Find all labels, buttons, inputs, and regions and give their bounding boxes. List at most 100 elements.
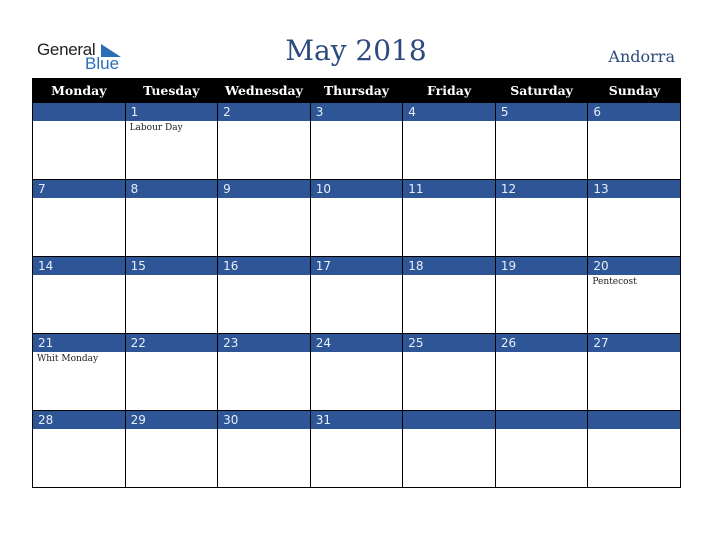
day-cell[interactable]: 6	[587, 102, 681, 180]
day-cell[interactable]: 28	[32, 410, 126, 488]
weekday-wednesday: Wednesday	[217, 78, 311, 103]
weekday-saturday: Saturday	[494, 78, 588, 103]
holiday-label	[218, 121, 310, 123]
day-number: 14	[33, 257, 125, 275]
day-cell[interactable]: 8	[124, 179, 219, 257]
day-number: 31	[310, 411, 403, 429]
day-number: 7	[33, 180, 125, 198]
weekday-sunday: Sunday	[587, 78, 681, 103]
holiday-label	[403, 352, 495, 354]
holiday-label	[496, 198, 588, 200]
holiday-label	[496, 429, 588, 431]
weekday-header-row: Monday Tuesday Wednesday Thursday Friday Satu…	[32, 78, 681, 103]
day-number	[403, 411, 495, 429]
day-cell[interactable]: 4	[402, 102, 496, 180]
holiday-label	[496, 352, 588, 354]
day-cell[interactable]: 9	[217, 179, 311, 257]
holiday-label	[311, 198, 403, 200]
calendar-grid: Monday Tuesday Wednesday Thursday Friday Satu…	[32, 78, 681, 488]
day-cell[interactable]: 13	[587, 179, 681, 257]
day-cell[interactable]	[587, 410, 681, 488]
day-cell[interactable]: 18	[402, 256, 496, 334]
day-number: 12	[495, 180, 588, 198]
day-number: 19	[495, 257, 588, 275]
day-cell[interactable]: 5	[494, 102, 589, 180]
holiday-label	[588, 429, 680, 431]
day-number: 2	[218, 103, 310, 121]
day-cell[interactable]: 2	[217, 102, 311, 180]
weekday-thursday: Thursday	[309, 78, 403, 103]
week-row: 21 Whit Monday 22 23 24 25 26 27	[32, 333, 681, 411]
holiday-label	[218, 352, 310, 354]
day-cell[interactable]: 30	[217, 410, 311, 488]
day-cell[interactable]: 3	[309, 102, 404, 180]
week-row: 1 Labour Day 2 3 4 5 6	[32, 102, 681, 180]
day-number: 10	[310, 180, 403, 198]
day-number	[495, 411, 588, 429]
day-cell[interactable]: 22	[124, 333, 219, 411]
day-number: 15	[125, 257, 218, 275]
day-cell[interactable]: 23	[217, 333, 311, 411]
holiday-label	[588, 121, 680, 123]
day-cell[interactable]	[32, 102, 126, 180]
day-cell[interactable]: 29	[124, 410, 219, 488]
day-number: 23	[218, 334, 310, 352]
day-cell[interactable]: 12	[494, 179, 589, 257]
holiday-label	[311, 429, 403, 431]
day-number: 25	[403, 334, 495, 352]
day-cell[interactable]: 15	[124, 256, 219, 334]
day-cell[interactable]: 20 Pentecost	[587, 256, 681, 334]
week-row: 7 8 9 10 11 12 13	[32, 179, 681, 257]
holiday-label	[311, 121, 403, 123]
day-number: 1	[125, 103, 218, 121]
weekday-friday: Friday	[402, 78, 496, 103]
holiday-label	[311, 275, 403, 277]
day-number: 29	[125, 411, 218, 429]
day-number: 5	[495, 103, 588, 121]
day-number	[33, 103, 125, 121]
day-number: 18	[403, 257, 495, 275]
day-cell[interactable]	[402, 410, 496, 488]
holiday-label	[33, 275, 125, 277]
day-cell[interactable]: 7	[32, 179, 126, 257]
day-number: 20	[588, 257, 680, 275]
day-cell[interactable]: 14	[32, 256, 126, 334]
holiday-label: Labour Day	[129, 123, 183, 133]
day-cell[interactable]: 16	[217, 256, 311, 334]
day-cell[interactable]: 10	[309, 179, 404, 257]
holiday-label	[403, 198, 495, 200]
day-number: 21	[33, 334, 125, 352]
holiday-label	[126, 198, 218, 200]
day-number: 28	[33, 411, 125, 429]
day-cell[interactable]: 31	[309, 410, 404, 488]
day-cell[interactable]: 25	[402, 333, 496, 411]
day-number: 26	[495, 334, 588, 352]
day-cell[interactable]	[494, 410, 589, 488]
day-number: 30	[218, 411, 310, 429]
day-cell[interactable]: 27	[587, 333, 681, 411]
day-number	[588, 411, 680, 429]
day-number: 11	[403, 180, 495, 198]
day-number: 27	[588, 334, 680, 352]
holiday-label: Whit Monday	[37, 354, 99, 364]
day-cell[interactable]: 24	[309, 333, 404, 411]
holiday-label	[496, 275, 588, 277]
day-number: 22	[125, 334, 218, 352]
holiday-label	[588, 198, 680, 200]
holiday-label	[218, 198, 310, 200]
day-cell[interactable]: 11	[402, 179, 496, 257]
holiday-label	[588, 352, 680, 354]
day-cell[interactable]: 19	[494, 256, 589, 334]
holiday-label	[218, 275, 310, 277]
day-cell[interactable]: 17	[309, 256, 404, 334]
day-cell[interactable]: 1 Labour Day	[124, 102, 219, 180]
day-number: 13	[588, 180, 680, 198]
day-number: 4	[403, 103, 495, 121]
day-cell[interactable]: 21 Whit Monday	[32, 333, 126, 411]
page-title: May 2018	[285, 34, 427, 67]
week-row: 28 29 30 31	[32, 410, 681, 488]
day-cell[interactable]: 26	[494, 333, 589, 411]
holiday-label	[496, 121, 588, 123]
holiday-label	[218, 429, 310, 431]
holiday-label	[403, 121, 495, 123]
